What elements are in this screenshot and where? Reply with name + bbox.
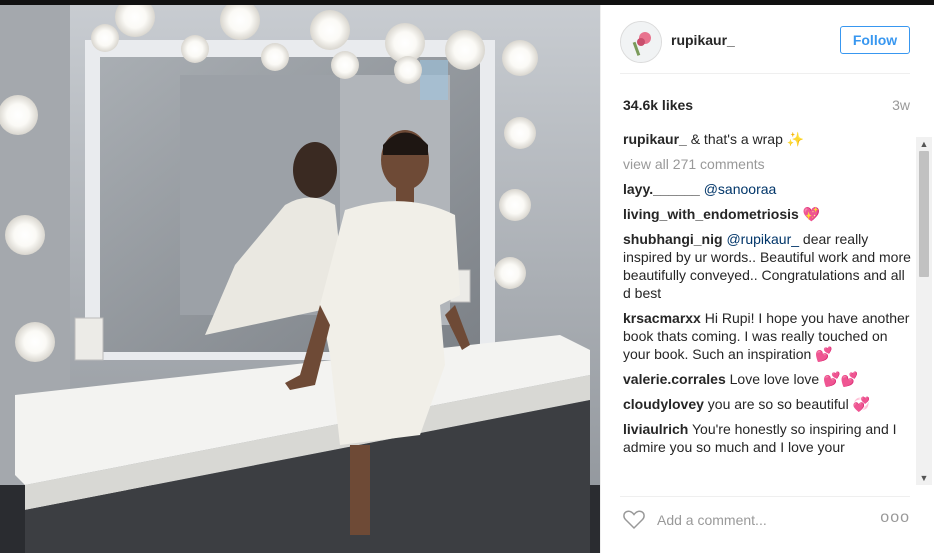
likes-count[interactable]: 34.6k likes [623, 97, 693, 113]
rose-icon [621, 22, 661, 62]
heart-icon[interactable] [622, 507, 646, 531]
comments-scrollbar[interactable]: ▲ ▼ [916, 137, 932, 485]
comment-username[interactable]: cloudylovey [623, 396, 704, 412]
post-photo[interactable] [0, 5, 600, 553]
comment-mention[interactable]: @sanooraa [704, 181, 777, 197]
post-username[interactable]: rupikaur_ [671, 32, 735, 48]
comment-username[interactable]: layy.______ [623, 181, 700, 197]
scroll-up-arrow-icon[interactable]: ▲ [916, 137, 932, 151]
post-photo-image [0, 5, 600, 553]
comments-list: rupikaur_ & that's a wrap ✨ view all 271… [623, 130, 911, 482]
caption-username[interactable]: rupikaur_ [623, 131, 687, 147]
follow-button[interactable]: Follow [840, 26, 910, 54]
view-all-comments-link[interactable]: view all 271 comments [623, 155, 911, 173]
more-options-icon[interactable]: ooo [880, 509, 910, 527]
list-item: krsacmarxx Hi Rupi! I hope you have anot… [623, 309, 911, 363]
add-comment-input[interactable]: Add a comment... [657, 512, 767, 528]
comment-text: you are so so beautiful 💞 [703, 396, 871, 412]
avatar[interactable] [620, 21, 662, 63]
comment-username[interactable]: living_with_endometriosis [623, 206, 799, 222]
list-item: valerie.corrales Love love love 💕💕 [623, 370, 911, 388]
caption-text: & that's a wrap ✨ [686, 131, 805, 147]
list-item: layy.______ @sanooraa [623, 180, 911, 198]
list-item: shubhangi_nig @rupikaur_ dear really ins… [623, 230, 911, 302]
post-age[interactable]: 3w [892, 97, 910, 113]
comment-username[interactable]: krsacmarxx [623, 310, 701, 326]
comment-username[interactable]: shubhangi_nig [623, 231, 723, 247]
comment-username[interactable]: liviaulrich [623, 421, 688, 437]
scrollbar-thumb[interactable] [919, 151, 929, 277]
comment-text: Love love love 💕💕 [725, 371, 858, 387]
post-header: rupikaur_ Follow [620, 21, 910, 74]
list-item: liviaulrich You're honestly so inspiring… [623, 420, 911, 456]
comment-mention[interactable]: @rupikaur_ [726, 231, 799, 247]
post-footer: Add a comment... ooo [620, 496, 910, 549]
scroll-down-arrow-icon[interactable]: ▼ [916, 471, 932, 485]
comment-username[interactable]: valerie.corrales [623, 371, 726, 387]
list-item: cloudylovey you are so so beautiful 💞 [623, 395, 911, 413]
comment-text: 💖 [798, 206, 821, 222]
list-item: living_with_endometriosis 💖 [623, 205, 911, 223]
caption: rupikaur_ & that's a wrap ✨ [623, 130, 911, 148]
